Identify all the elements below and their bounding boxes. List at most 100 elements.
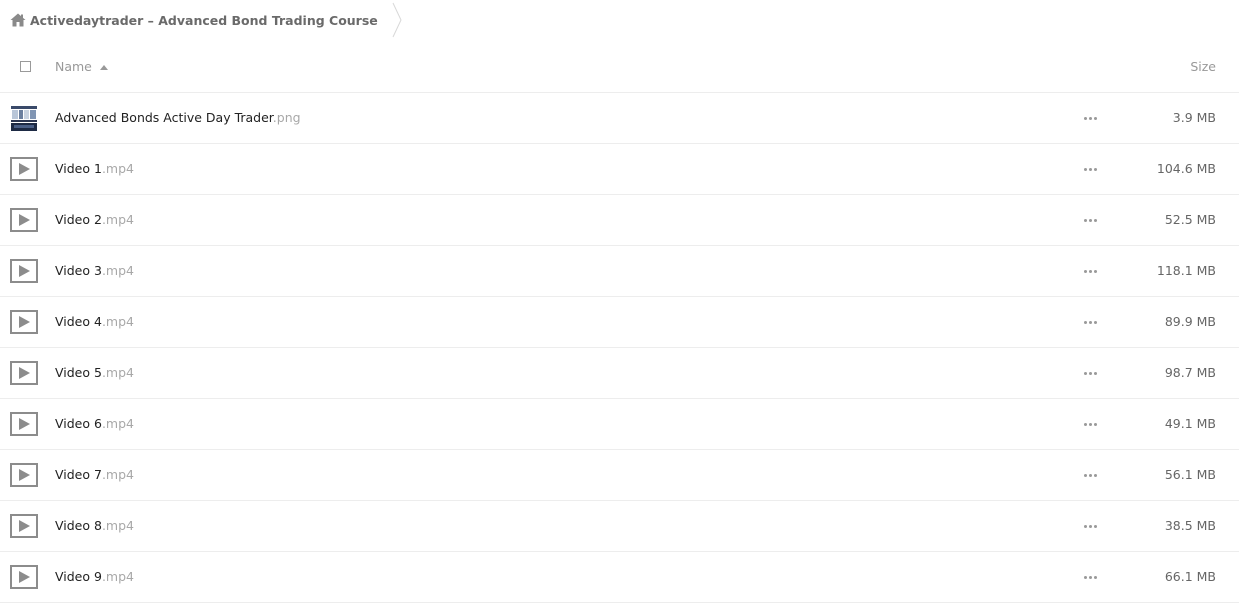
more-options-dot xyxy=(1084,474,1087,477)
more-options-icon[interactable] xyxy=(1084,423,1097,426)
file-name[interactable]: Video 7.mp4 xyxy=(55,467,134,482)
home-icon xyxy=(10,13,26,27)
more-options-dot xyxy=(1089,117,1092,120)
more-options-dot xyxy=(1084,372,1087,375)
file-extension: .mp4 xyxy=(101,467,134,482)
video-file-icon xyxy=(10,463,38,487)
file-name[interactable]: Video 8.mp4 xyxy=(55,518,134,533)
more-options-icon[interactable] xyxy=(1084,372,1097,375)
more-options-icon[interactable] xyxy=(1084,525,1097,528)
table-row[interactable]: Video 8.mp4 38.5 MB xyxy=(0,501,1239,552)
file-name[interactable]: Video 3.mp4 xyxy=(55,263,134,278)
more-options-dot xyxy=(1089,270,1092,273)
table-row[interactable]: Video 5.mp4 98.7 MB xyxy=(0,348,1239,399)
table-row[interactable]: Video 1.mp4 104.6 MB xyxy=(0,144,1239,195)
more-options-dot xyxy=(1084,576,1087,579)
more-options-dot xyxy=(1094,219,1097,222)
video-file-icon xyxy=(10,208,38,232)
breadcrumb-item-folder[interactable]: Activedaytrader – Advanced Bond Trading … xyxy=(0,0,392,40)
file-name-base: Advanced Bonds Active Day Trader xyxy=(55,110,273,125)
sort-ascending-icon xyxy=(99,64,108,70)
more-options-icon[interactable] xyxy=(1084,321,1097,324)
file-name[interactable]: Video 1.mp4 xyxy=(55,161,134,176)
column-header-name[interactable]: Name xyxy=(55,59,108,74)
file-size: 98.7 MB xyxy=(1164,365,1216,380)
more-options-dot xyxy=(1094,525,1097,528)
table-header: Name Size xyxy=(0,42,1239,93)
more-options-dot xyxy=(1089,474,1092,477)
more-options-icon[interactable] xyxy=(1084,270,1097,273)
column-header-size[interactable]: Size xyxy=(1190,59,1216,74)
file-name-base: Video 5 xyxy=(55,365,102,380)
more-options-dot xyxy=(1084,525,1087,528)
file-size: 104.6 MB xyxy=(1156,161,1216,176)
more-options-dot xyxy=(1089,525,1092,528)
file-name[interactable]: Video 4.mp4 xyxy=(55,314,134,329)
breadcrumb: Activedaytrader – Advanced Bond Trading … xyxy=(0,0,1239,40)
more-options-dot xyxy=(1089,168,1092,171)
file-extension: .mp4 xyxy=(101,569,134,584)
more-options-icon[interactable] xyxy=(1084,219,1097,222)
file-name-base: Video 1 xyxy=(55,161,102,176)
more-options-dot xyxy=(1084,321,1087,324)
video-file-icon xyxy=(10,361,38,385)
file-name[interactable]: Video 9.mp4 xyxy=(55,569,134,584)
more-options-dot xyxy=(1089,423,1092,426)
file-name-base: Video 8 xyxy=(55,518,102,533)
more-options-dot xyxy=(1084,168,1087,171)
file-name[interactable]: Advanced Bonds Active Day Trader.png xyxy=(55,110,301,125)
file-size: 66.1 MB xyxy=(1164,569,1216,584)
file-extension: .mp4 xyxy=(101,365,134,380)
file-size: 118.1 MB xyxy=(1156,263,1216,278)
file-extension: .mp4 xyxy=(101,212,134,227)
more-options-icon[interactable] xyxy=(1084,474,1097,477)
play-icon xyxy=(19,316,30,328)
file-extension: .mp4 xyxy=(101,416,134,431)
table-row[interactable]: Advanced Bonds Active Day Trader.png 3.9 … xyxy=(0,93,1239,144)
image-thumbnail xyxy=(10,104,38,132)
more-options-dot xyxy=(1094,372,1097,375)
more-options-dot xyxy=(1094,168,1097,171)
more-options-dot xyxy=(1089,321,1092,324)
more-options-dot xyxy=(1084,423,1087,426)
more-options-icon[interactable] xyxy=(1084,117,1097,120)
table-row[interactable]: Video 4.mp4 89.9 MB xyxy=(0,297,1239,348)
file-size: 49.1 MB xyxy=(1164,416,1216,431)
play-icon xyxy=(19,367,30,379)
breadcrumb-separator-icon xyxy=(392,2,402,38)
file-name-base: Video 6 xyxy=(55,416,102,431)
table-row[interactable]: Video 2.mp4 52.5 MB xyxy=(0,195,1239,246)
video-file-icon xyxy=(10,157,38,181)
table-row[interactable]: Video 7.mp4 56.1 MB xyxy=(0,450,1239,501)
play-icon xyxy=(19,571,30,583)
play-icon xyxy=(19,265,30,277)
video-file-icon xyxy=(10,412,38,436)
play-icon xyxy=(19,163,30,175)
table-row[interactable]: Video 9.mp4 66.1 MB xyxy=(0,552,1239,603)
table-row[interactable]: Video 6.mp4 49.1 MB xyxy=(0,399,1239,450)
file-extension: .mp4 xyxy=(101,263,134,278)
more-options-icon[interactable] xyxy=(1084,168,1097,171)
more-options-dot xyxy=(1084,219,1087,222)
more-options-dot xyxy=(1089,219,1092,222)
video-file-icon xyxy=(10,565,38,589)
more-options-dot xyxy=(1094,474,1097,477)
select-all-checkbox[interactable] xyxy=(20,61,31,72)
file-name-base: Video 3 xyxy=(55,263,102,278)
file-name[interactable]: Video 6.mp4 xyxy=(55,416,134,431)
more-options-icon[interactable] xyxy=(1084,576,1097,579)
file-name[interactable]: Video 5.mp4 xyxy=(55,365,134,380)
video-file-icon xyxy=(10,310,38,334)
file-size: 89.9 MB xyxy=(1164,314,1216,329)
file-extension: .mp4 xyxy=(101,314,134,329)
table-row[interactable]: Video 3.mp4 118.1 MB xyxy=(0,246,1239,297)
column-header-name-label: Name xyxy=(55,59,92,74)
play-icon xyxy=(19,418,30,430)
file-size: 3.9 MB xyxy=(1172,110,1216,125)
more-options-dot xyxy=(1094,270,1097,273)
more-options-dot xyxy=(1084,117,1087,120)
play-icon xyxy=(19,520,30,532)
file-extension: .mp4 xyxy=(101,161,134,176)
file-name[interactable]: Video 2.mp4 xyxy=(55,212,134,227)
more-options-dot xyxy=(1089,576,1092,579)
